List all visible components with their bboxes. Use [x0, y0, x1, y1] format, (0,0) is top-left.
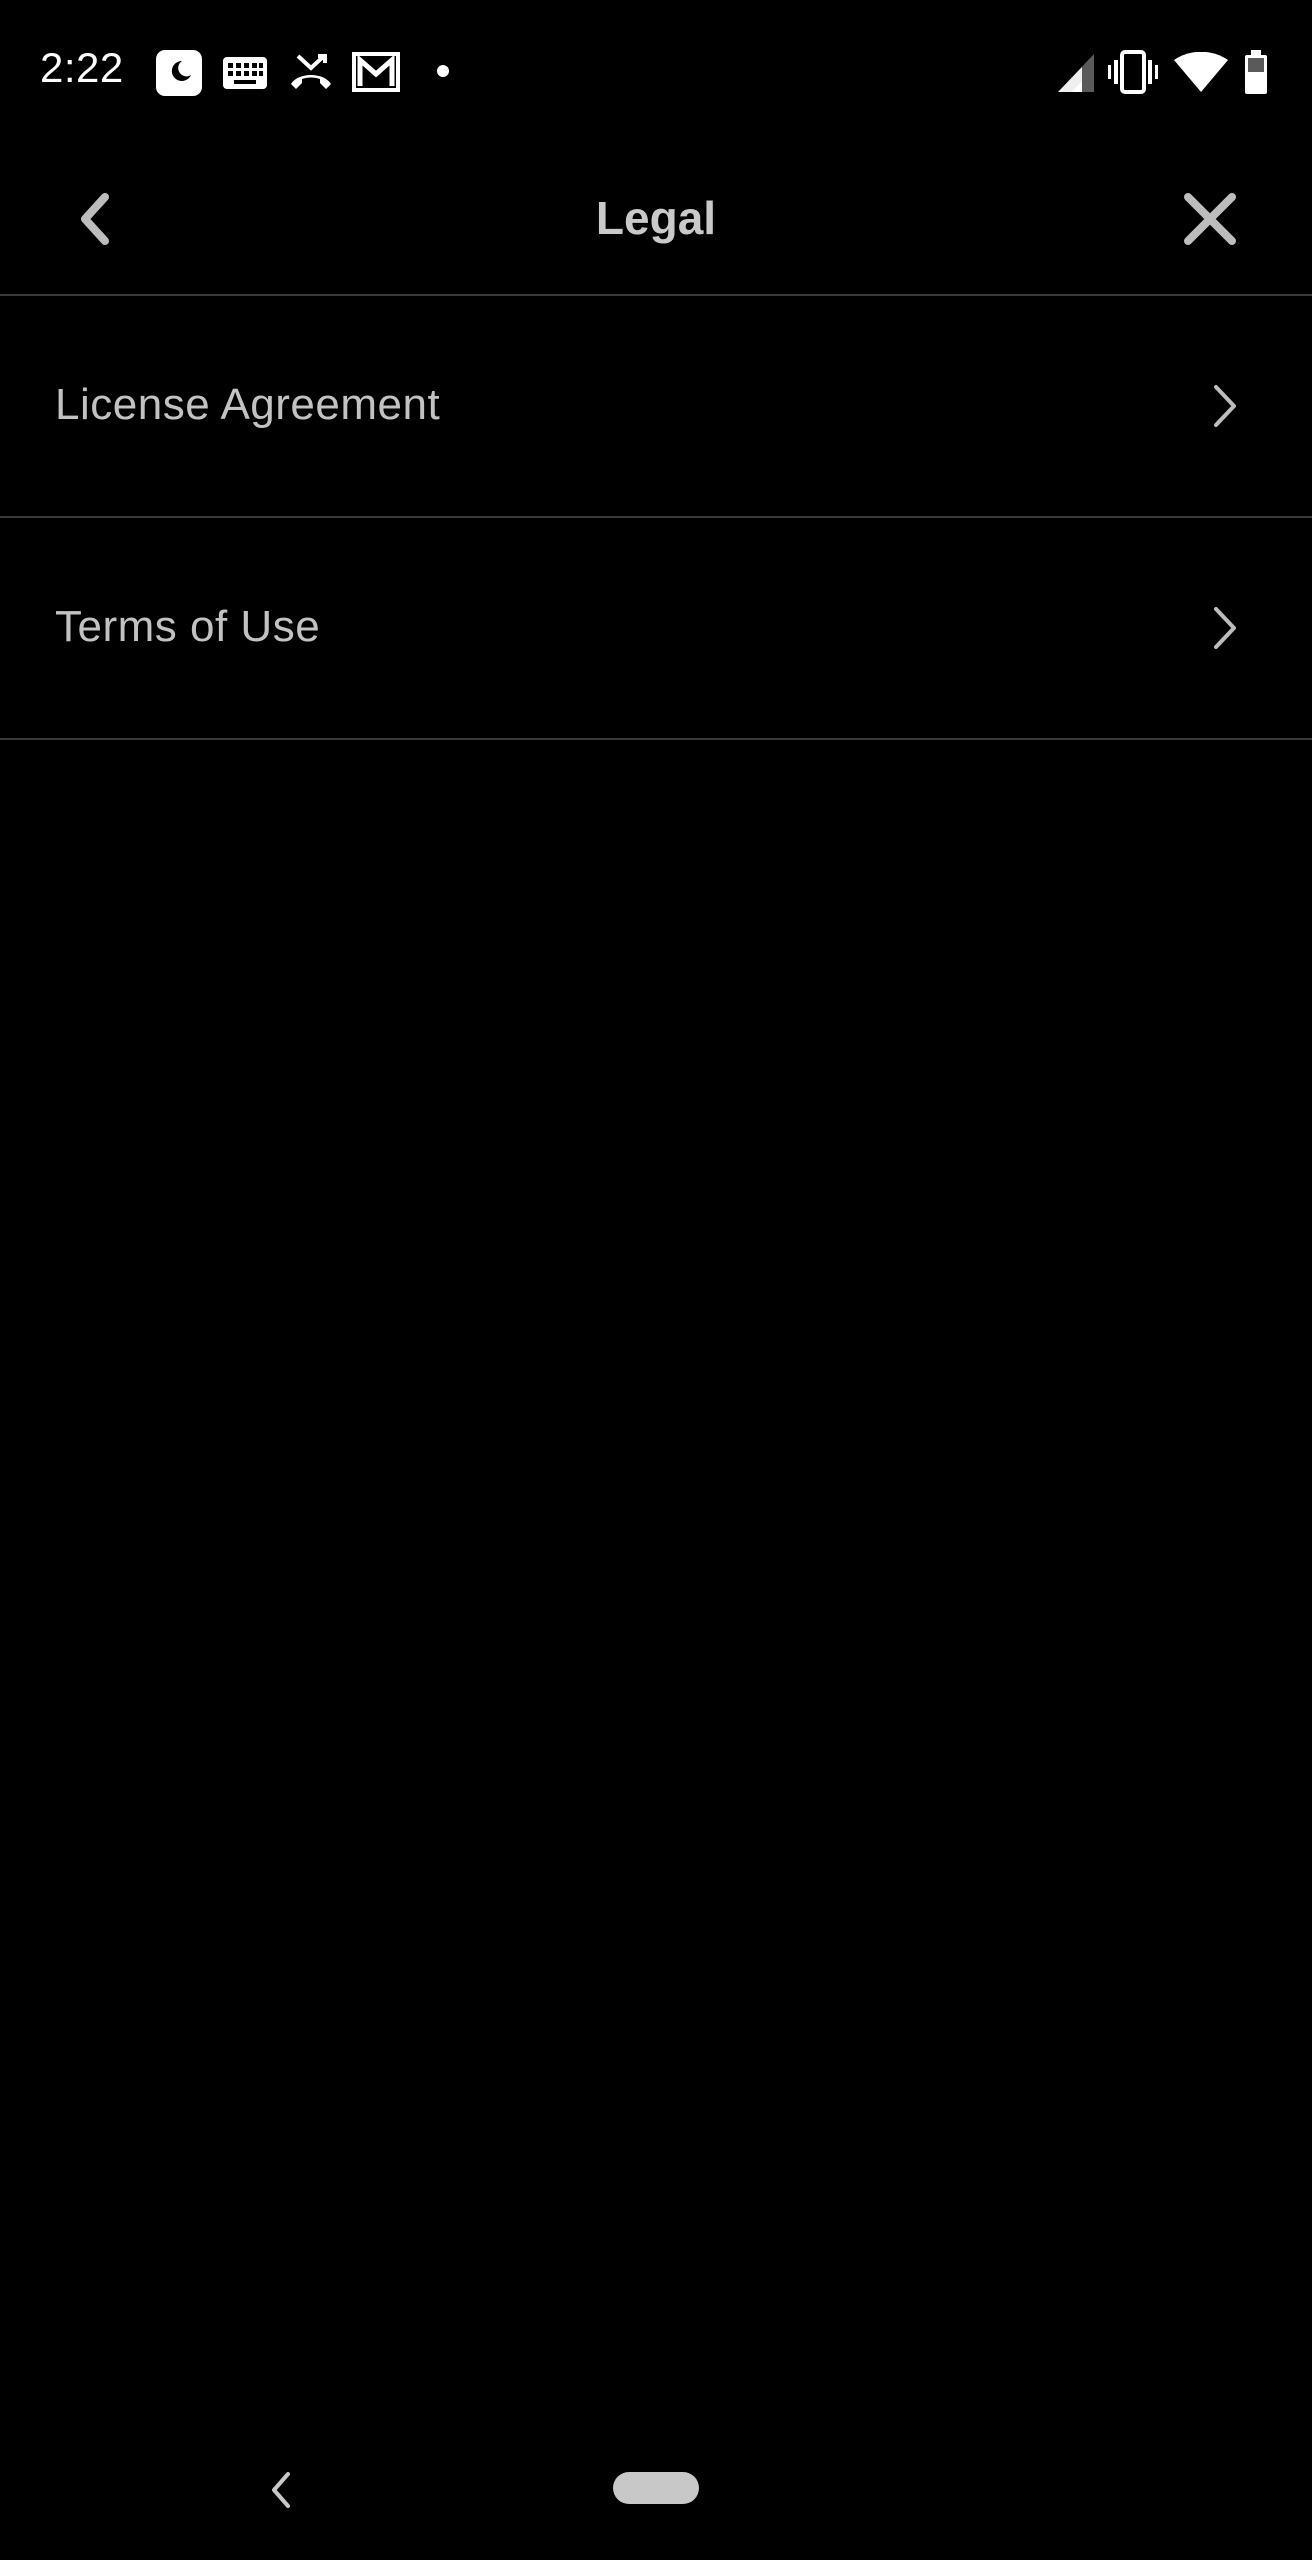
- legal-menu-list: License Agreement Terms of Use: [0, 296, 1312, 740]
- page-title: Legal: [595, 192, 717, 244]
- vibrate-icon: [1108, 50, 1158, 94]
- gmail-icon: [352, 52, 400, 92]
- cellular-signal-icon: [1058, 54, 1094, 92]
- nav-home-pill-icon[interactable]: [613, 2472, 699, 2504]
- wifi-icon: [1174, 52, 1228, 92]
- status-bar: 2:22: [0, 0, 1312, 144]
- close-icon: [1184, 193, 1236, 245]
- system-nav-bar: [0, 2440, 1312, 2560]
- chevron-right-icon: [1214, 385, 1236, 427]
- do-not-disturb-app-icon: [156, 50, 202, 96]
- menu-item-license-agreement[interactable]: License Agreement: [0, 296, 1312, 518]
- status-time: 2:22: [40, 44, 124, 91]
- nav-back-icon[interactable]: [262, 2468, 302, 2512]
- missed-call-icon: [291, 54, 331, 89]
- chevron-right-icon: [1214, 607, 1236, 649]
- menu-item-terms-of-use[interactable]: Terms of Use: [0, 518, 1312, 740]
- app-bar: Legal: [0, 144, 1312, 296]
- close-button[interactable]: [1165, 174, 1255, 264]
- notification-dot-icon: [437, 65, 449, 77]
- menu-item-label: Terms of Use: [55, 602, 321, 651]
- battery-icon: [1245, 50, 1267, 94]
- menu-item-label: License Agreement: [55, 380, 441, 429]
- keyboard-icon: [223, 57, 267, 89]
